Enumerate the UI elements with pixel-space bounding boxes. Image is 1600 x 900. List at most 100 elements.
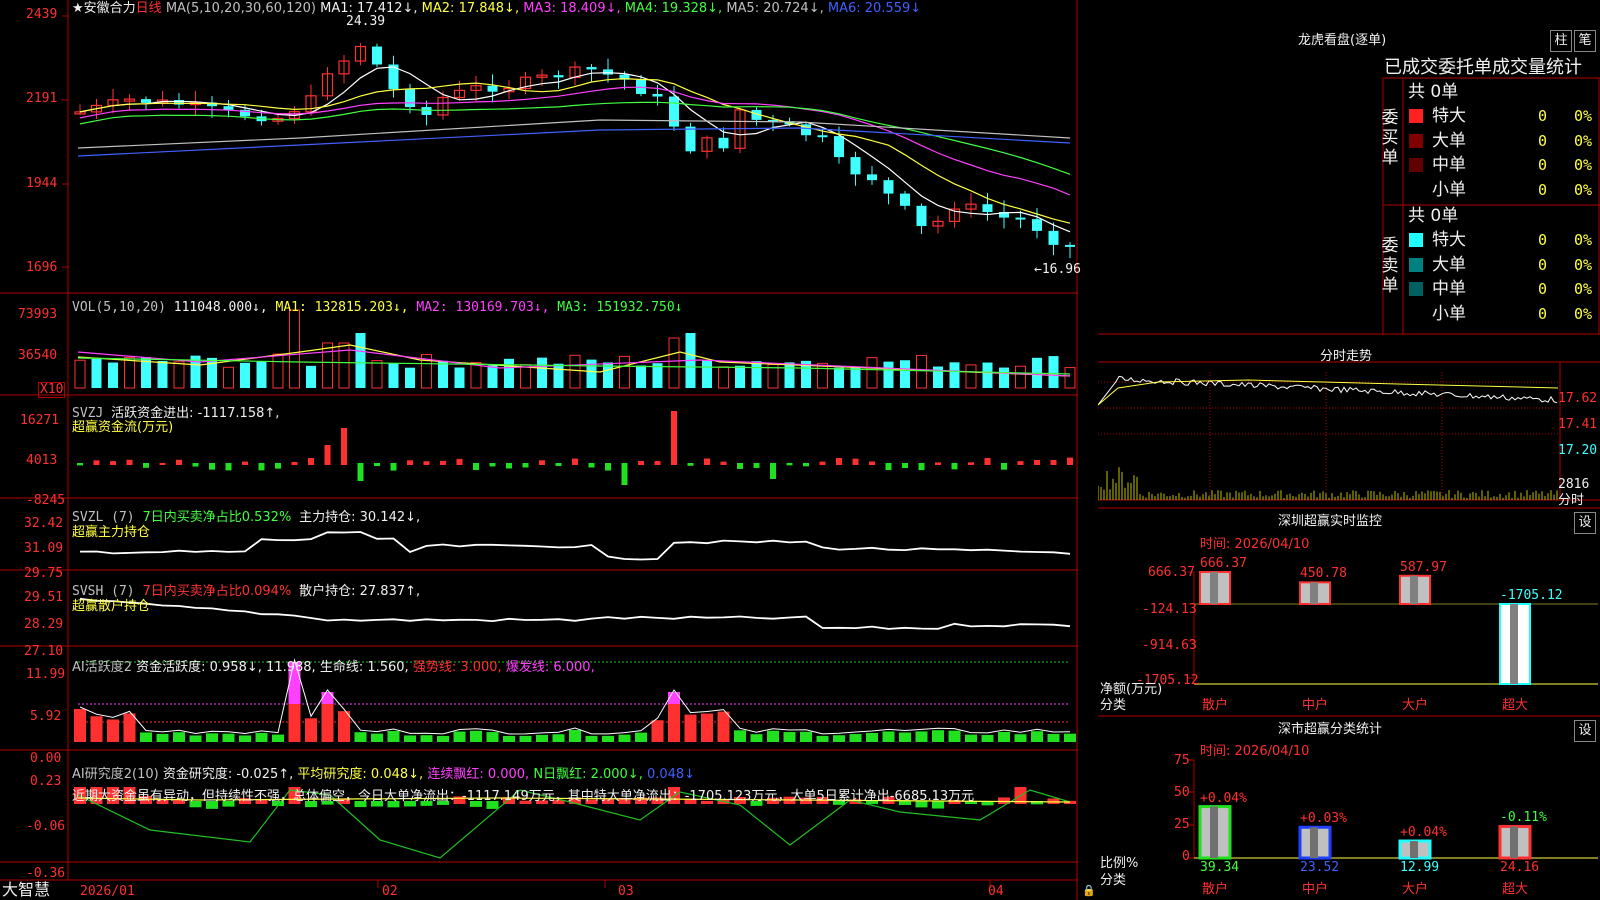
volume-bar-down: [355, 333, 366, 388]
svzj-bar: [1017, 461, 1024, 465]
vol-ma2: MA2: 130169.703↓,: [416, 300, 550, 315]
ai-active-bar: [371, 733, 383, 742]
class-bar-value: 23.52: [1300, 860, 1340, 875]
volume-bar-up: [866, 357, 878, 389]
candle-body-down: [900, 193, 910, 206]
ai-active-bar: [998, 731, 1010, 742]
candle-body-down: [603, 69, 613, 75]
ai-active-bar: [90, 716, 103, 742]
svzj-bar: [819, 461, 826, 465]
ai-active-bar: [239, 735, 251, 742]
volume-bar-down: [454, 367, 465, 388]
bar-view-button[interactable]: 柱: [1550, 30, 1572, 52]
class-title: 深市超赢分类统计: [1278, 722, 1383, 737]
volume-bar-down: [157, 360, 168, 388]
svzj-bar: [753, 463, 760, 468]
candle-body-down: [867, 174, 877, 181]
ai-research-last: 0.048↓: [646, 767, 696, 782]
tick-view-button[interactable]: 笔: [1574, 30, 1596, 52]
candle-body-down: [553, 75, 564, 78]
volume-bar-down: [834, 367, 844, 388]
class-bar-delta: +0.04%: [1400, 825, 1447, 841]
vol-value: 111048.000↓,: [173, 300, 268, 315]
volume-bar-down: [850, 367, 861, 388]
lock-icon[interactable]: 🔒: [1082, 883, 1096, 899]
ai-research-avg: 平均研究度: 0.048↓,: [297, 767, 424, 782]
class-ytick-3: 25: [1174, 817, 1190, 832]
sell-row-name: 中单: [1432, 279, 1466, 299]
xaxis-label-jan: 2026/01: [80, 884, 135, 899]
buy-row-name: 特大: [1432, 106, 1466, 126]
buy-row-name: 大单: [1432, 130, 1466, 151]
svsh-title: SVSH (7): [72, 584, 135, 599]
buy-row-count: 0: [1538, 180, 1548, 199]
ai-active-bar: [503, 735, 515, 742]
volume-bar-up: [289, 309, 300, 389]
svzj-bar: [984, 458, 991, 465]
ai-active-bar: [783, 732, 796, 742]
period-label[interactable]: 日线: [136, 1, 162, 16]
buy-color-swatch: [1409, 133, 1423, 148]
kline-chart-area[interactable]: ★安徽合力日线 MA(5,10,20,30,60,120) MA1: 17.41…: [0, 0, 1098, 900]
monitor-bar-shade: [1310, 582, 1318, 604]
monitor-title: 深圳超赢实时监控: [1278, 514, 1383, 529]
volume-bar-down: [504, 358, 514, 388]
ai-active-bar: [123, 713, 136, 742]
svsh-header: SVSH (7) 7日内买卖净占比0.094% 散户持仓: 27.837↑,: [72, 584, 420, 600]
volume-bar-up: [74, 359, 86, 389]
price-header: ★安徽合力日线 MA(5,10,20,30,60,120) MA1: 17.41…: [72, 1, 921, 17]
ai-active-bar: [107, 719, 119, 742]
ai-active-bar: [569, 730, 581, 742]
volume-bar-up: [173, 361, 185, 389]
xaxis-label-feb: 02: [382, 884, 398, 899]
candle-body-down: [141, 99, 151, 103]
kline-svg: [0, 0, 1078, 900]
candle-body-down: [850, 157, 861, 175]
svsh-line: [79, 597, 1071, 630]
ai-active-bar: [651, 720, 664, 742]
ai-active-ytick-1: 11.99: [26, 667, 66, 682]
high-price-label: 24.39: [346, 14, 386, 29]
ai-research-bar: [1047, 798, 1060, 804]
class-bar-delta: +0.04%: [1200, 790, 1247, 806]
ai-active-bar: [222, 733, 235, 742]
intraday-vol-unit: 分时: [1558, 493, 1585, 508]
svzj-bar: [225, 463, 232, 471]
class-ytick-2: 50: [1174, 785, 1190, 800]
svzj-bar: [1034, 459, 1040, 465]
volume-bar-up: [520, 364, 531, 389]
buy-row-pct: 0%: [1574, 107, 1593, 125]
monitor-bar-category: 中户: [1302, 698, 1329, 713]
class-bar-category: 大户: [1402, 882, 1429, 897]
svzj-bar: [341, 428, 347, 465]
monitor-settings-button[interactable]: 设: [1574, 512, 1596, 534]
volume-bar-down: [982, 362, 993, 388]
ai-active-bar: [849, 734, 862, 742]
volume-bar-down: [636, 365, 646, 388]
ai-active-bar: [717, 711, 730, 742]
svzj-bar: [621, 463, 628, 485]
sell-color-swatch: [1409, 282, 1423, 296]
class-ytick-1: 75: [1174, 753, 1190, 768]
svzl-title: SVZL (7): [72, 510, 135, 525]
svzj-bar: [93, 460, 100, 465]
svzj-bar: [572, 458, 578, 465]
monitor-bar-shade: [1510, 604, 1518, 684]
svzj-bar: [506, 463, 512, 469]
class-bar-shade: [1410, 841, 1418, 858]
ma5-line: [77, 119, 1071, 149]
price-ytick-1: 2439: [26, 7, 58, 22]
ai-active-burst: [321, 692, 334, 704]
intraday-avg-line: [1098, 379, 1559, 406]
class-settings-button[interactable]: 设: [1574, 720, 1596, 742]
price-ytick-4: 1696: [26, 260, 58, 275]
svzj-bar: [407, 460, 413, 465]
svzj-bar: [638, 461, 644, 465]
candle-body-down: [1032, 219, 1042, 231]
class-bar-shade: [1510, 826, 1518, 858]
intraday-title: 分时走势: [1320, 349, 1373, 364]
candle-body-down: [883, 180, 894, 194]
ai-active-bar: [338, 711, 350, 742]
candle-body-down: [669, 96, 679, 127]
class-xlabel: 分类: [1100, 873, 1127, 888]
